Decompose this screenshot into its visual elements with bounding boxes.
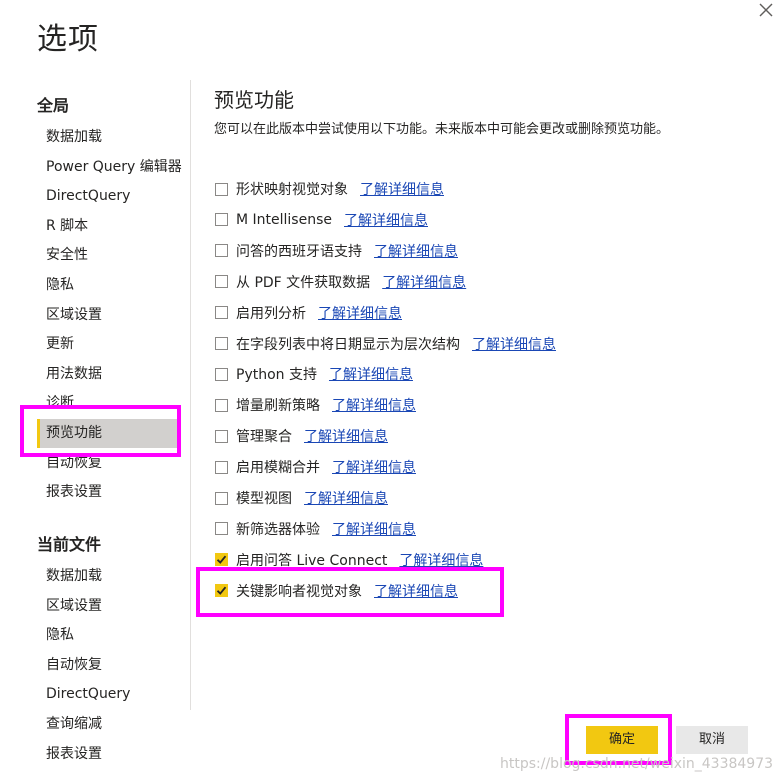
learn-more-link[interactable]: 了解详细信息 — [472, 334, 556, 354]
option-label: 关键影响者视觉对象 — [236, 583, 362, 600]
sidebar-file-item-2[interactable]: 隐私 — [37, 621, 177, 650]
learn-more-link[interactable]: 了解详细信息 — [332, 519, 416, 539]
learn-more-link[interactable]: 了解详细信息 — [332, 457, 416, 477]
sidebar-file-item-0[interactable]: 数据加载 — [37, 562, 177, 591]
learn-more-link[interactable]: 了解详细信息 — [360, 179, 444, 199]
option-row: M Intellisense 了解详细信息 — [215, 208, 428, 232]
option-label: Python 支持 — [236, 367, 317, 384]
learn-more-link[interactable]: 了解详细信息 — [318, 303, 402, 323]
option-checkbox[interactable] — [215, 213, 228, 227]
option-checkbox[interactable] — [215, 553, 228, 567]
learn-more-link[interactable]: 了解详细信息 — [344, 210, 428, 230]
sidebar-file-item-3[interactable]: 自动恢复 — [37, 651, 177, 680]
checkmark-icon — [216, 586, 227, 596]
option-label: 启用列分析 — [236, 305, 306, 322]
sidebar-file-item-4[interactable]: DirectQuery — [37, 680, 177, 709]
option-row: 在字段列表中将日期显示为层次结构 了解详细信息 — [215, 332, 556, 356]
sidebar-global-item-12[interactable]: 报表设置 — [37, 478, 177, 507]
learn-more-link[interactable]: 了解详细信息 — [304, 488, 388, 508]
option-row: 新筛选器体验 了解详细信息 — [215, 517, 416, 541]
option-row: 模型视图 了解详细信息 — [215, 486, 388, 510]
option-row: 管理聚合 了解详细信息 — [215, 424, 388, 448]
option-checkbox[interactable] — [215, 367, 228, 381]
close-button[interactable] — [752, 0, 778, 22]
sidebar-divider — [190, 80, 191, 710]
option-checkbox[interactable] — [215, 337, 228, 350]
option-label: 增量刷新策略 — [236, 398, 320, 415]
main-title: 预览功能 — [214, 88, 294, 112]
sidebar-global-item-4[interactable]: 安全性 — [37, 241, 177, 270]
close-icon — [759, 3, 773, 17]
learn-more-link[interactable]: 了解详细信息 — [332, 395, 416, 415]
sidebar-file-item-6[interactable]: 报表设置 — [37, 740, 177, 769]
option-row: 启用列分析 了解详细信息 — [215, 301, 402, 325]
option-label: 形状映射视觉对象 — [236, 182, 348, 198]
option-checkbox[interactable] — [215, 275, 228, 289]
sidebar-global-item-7[interactable]: 更新 — [37, 330, 177, 359]
sidebar-file-item-1[interactable]: 区域设置 — [37, 592, 177, 621]
option-checkbox[interactable] — [215, 398, 228, 412]
option-row: 形状映射视觉对象 了解详细信息 — [215, 177, 444, 201]
sidebar-global-item-11[interactable]: 自动恢复 — [37, 449, 177, 478]
option-checkbox[interactable] — [215, 460, 228, 474]
option-row: 关键影响者视觉对象 了解详细信息 — [215, 579, 458, 603]
option-row: 增量刷新策略 了解详细信息 — [215, 393, 416, 417]
sidebar-global-item-10[interactable]: 预览功能 — [37, 419, 177, 448]
option-label: 从 PDF 文件获取数据 — [236, 274, 371, 291]
watermark: https://blog.csdn.net/weixin_43384973 — [500, 756, 774, 772]
sidebar-global-item-2[interactable]: DirectQuery — [37, 182, 177, 211]
option-label: 模型视图 — [236, 491, 292, 507]
sidebar-global-item-6[interactable]: 区域设置 — [37, 301, 177, 330]
sidebar-global-item-0[interactable]: 数据加载 — [37, 123, 177, 152]
option-checkbox[interactable] — [215, 429, 228, 443]
learn-more-link[interactable]: 了解详细信息 — [304, 426, 388, 446]
option-row: 从 PDF 文件获取数据 了解详细信息 — [215, 270, 466, 294]
main-description: 您可以在此版本中尝试使用以下功能。未来版本中可能会更改或删除预览功能。 — [214, 122, 670, 137]
option-row: Python 支持 了解详细信息 — [215, 362, 413, 386]
ok-button[interactable]: 确定 — [586, 726, 658, 754]
learn-more-link[interactable]: 了解详细信息 — [374, 241, 458, 261]
option-row: 问答的西班牙语支持 了解详细信息 — [215, 239, 458, 263]
sidebar-header-global: 全局 — [37, 96, 70, 115]
option-label: 在字段列表中将日期显示为层次结构 — [236, 336, 460, 353]
option-label: 启用模糊合并 — [236, 460, 320, 477]
dialog-title: 选项 — [37, 22, 99, 57]
option-checkbox[interactable] — [215, 584, 228, 598]
option-checkbox[interactable] — [215, 522, 228, 536]
sidebar-global-item-8[interactable]: 用法数据 — [37, 360, 177, 389]
sidebar-global-item-3[interactable]: R 脚本 — [37, 212, 177, 241]
sidebar-header-current-file: 当前文件 — [37, 535, 102, 554]
learn-more-link[interactable]: 了解详细信息 — [329, 364, 413, 384]
option-label: 管理聚合 — [236, 429, 292, 446]
option-label: 新筛选器体验 — [236, 521, 320, 538]
option-checkbox[interactable] — [215, 244, 228, 258]
option-label: M Intellisense — [236, 211, 332, 228]
option-checkbox[interactable] — [215, 491, 228, 505]
learn-more-link[interactable]: 了解详细信息 — [374, 581, 458, 601]
option-row: 启用问答 Live Connect 了解详细信息 — [215, 548, 483, 572]
sidebar-file-item-5[interactable]: 查询缩减 — [37, 710, 177, 739]
sidebar-global-item-9[interactable]: 诊断 — [37, 389, 177, 418]
learn-more-link[interactable]: 了解详细信息 — [399, 550, 483, 570]
option-label: 启用问答 Live Connect — [236, 552, 388, 569]
option-row: 启用模糊合并 了解详细信息 — [215, 455, 416, 479]
checkmark-icon — [216, 555, 227, 565]
sidebar-global-item-5[interactable]: 隐私 — [37, 271, 177, 300]
option-checkbox[interactable] — [215, 182, 228, 196]
learn-more-link[interactable]: 了解详细信息 — [382, 272, 466, 292]
option-checkbox[interactable] — [215, 306, 228, 320]
option-label: 问答的西班牙语支持 — [236, 243, 362, 260]
sidebar-global-item-1[interactable]: Power Query 编辑器 — [37, 153, 182, 182]
cancel-button[interactable]: 取消 — [676, 726, 748, 754]
